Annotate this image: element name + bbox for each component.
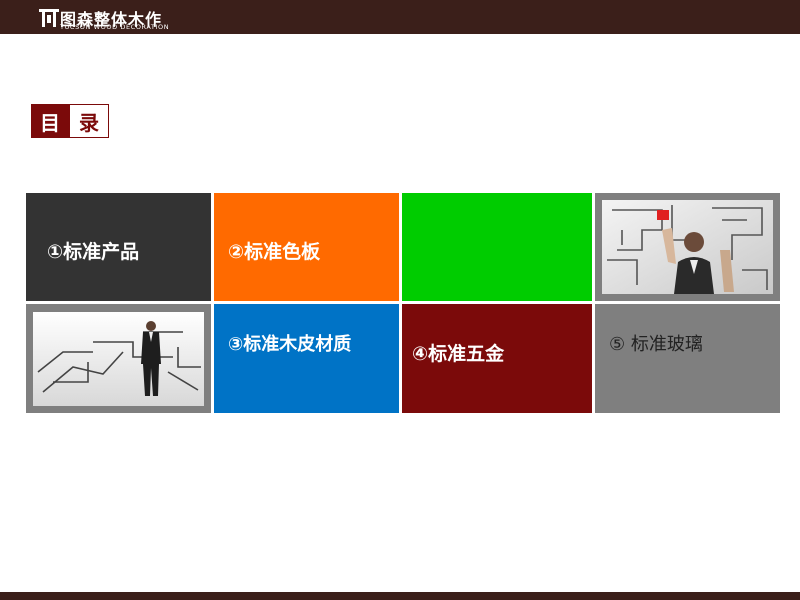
top-bar: 图森整体木作 TUCSON WOOD DECORATION bbox=[0, 0, 800, 34]
toc-title-left: 目 bbox=[31, 104, 69, 138]
tile-label: ②标准色板 bbox=[228, 241, 321, 263]
tile-green-blank[interactable] bbox=[402, 193, 592, 301]
toc-title: 目 录 bbox=[31, 104, 109, 138]
tile-label: ⑤ 标准玻璃 bbox=[609, 334, 703, 355]
tile-standard-color-board[interactable]: ②标准色板 bbox=[214, 193, 399, 301]
toc-title-right: 录 bbox=[69, 104, 109, 138]
logo-mark-icon bbox=[39, 9, 59, 27]
business-man-maze-photo-icon bbox=[602, 200, 773, 294]
tile-standard-glass[interactable]: ⑤ 标准玻璃 bbox=[595, 304, 780, 413]
tile-man-standing-photo[interactable] bbox=[26, 304, 211, 413]
tile-label: ③标准木皮材质 bbox=[228, 334, 352, 355]
bottom-bar bbox=[0, 592, 800, 600]
logo-english-name: TUCSON WOOD DECORATION bbox=[60, 23, 170, 31]
tile-standard-products[interactable]: ①标准产品 bbox=[26, 193, 211, 301]
tile-label: ①标准产品 bbox=[47, 241, 140, 263]
tile-standard-hardware[interactable]: ④标准五金 bbox=[402, 304, 592, 413]
tile-label: ④标准五金 bbox=[412, 343, 505, 365]
business-man-standing-maze-photo-icon bbox=[33, 312, 204, 406]
tile-standard-wood-veneer[interactable]: ③标准木皮材质 bbox=[214, 304, 399, 413]
tile-man-maze-photo[interactable] bbox=[595, 193, 780, 301]
